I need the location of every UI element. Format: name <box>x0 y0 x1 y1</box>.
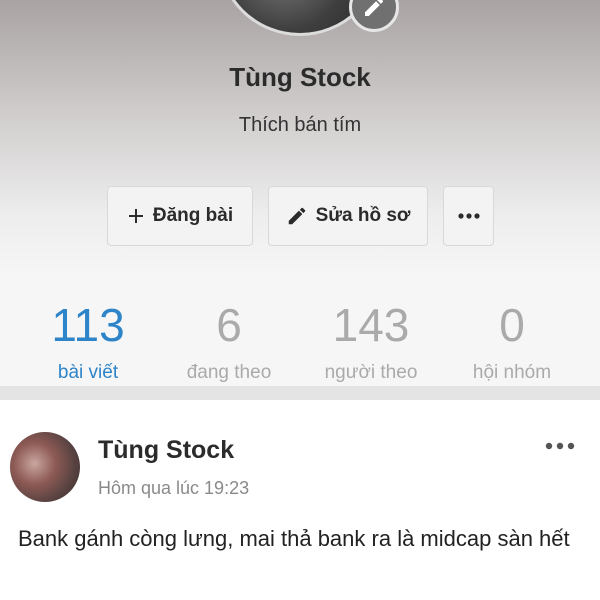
profile-bio: Thích bán tím <box>238 114 362 136</box>
edit-profile-label: Sửa hồ sơ <box>315 205 411 226</box>
new-post-label: Đăng bài <box>152 205 234 226</box>
more-horizontal-icon <box>457 213 480 219</box>
profile-name: Tùng Stock <box>229 62 371 92</box>
stat-posts[interactable]: 113 bài viết <box>13 272 163 384</box>
post-author[interactable]: Tùng Stock <box>98 436 234 465</box>
stat-groups[interactable]: 0 hội nhóm <box>437 272 587 384</box>
profile-header: Tùng Stock Thích bán tím Đăng bài Sửa hồ… <box>0 0 600 272</box>
pencil-icon <box>365 0 384 16</box>
post-card: Tùng Stock Hôm qua lúc 19:23 Bank gánh c… <box>0 414 600 600</box>
stat-posts-label: bài viết <box>57 362 119 383</box>
more-horizontal-icon <box>545 442 575 450</box>
edit-profile-button[interactable]: Sửa hồ sơ <box>268 186 428 246</box>
stat-following[interactable]: 6 đang theo <box>154 272 304 384</box>
new-post-button[interactable]: Đăng bài <box>107 186 253 246</box>
stat-following-value: 6 <box>216 299 242 351</box>
pencil-icon <box>288 207 305 225</box>
stat-groups-label: hội nhóm <box>472 362 552 383</box>
stat-followers-value: 143 <box>332 299 410 351</box>
post-timestamp[interactable]: Hôm qua lúc 19:23 <box>98 478 249 499</box>
edit-avatar-button[interactable] <box>349 0 399 32</box>
stat-followers-label: người theo <box>324 362 418 383</box>
stat-groups-value: 0 <box>499 299 525 351</box>
post-text: Bank gánh còng lưng, mai thả bank ra là … <box>18 526 570 551</box>
post-menu-button[interactable] <box>540 434 580 458</box>
stat-posts-value: 113 <box>51 299 125 351</box>
stats-bar: 113 bài viết 6 đang theo 143 người theo … <box>0 272 600 400</box>
stat-following-label: đang theo <box>186 362 272 383</box>
more-options-button[interactable] <box>443 186 494 246</box>
plus-icon <box>128 209 143 223</box>
stat-followers[interactable]: 143 người theo <box>296 272 446 384</box>
avatar[interactable] <box>10 432 80 502</box>
